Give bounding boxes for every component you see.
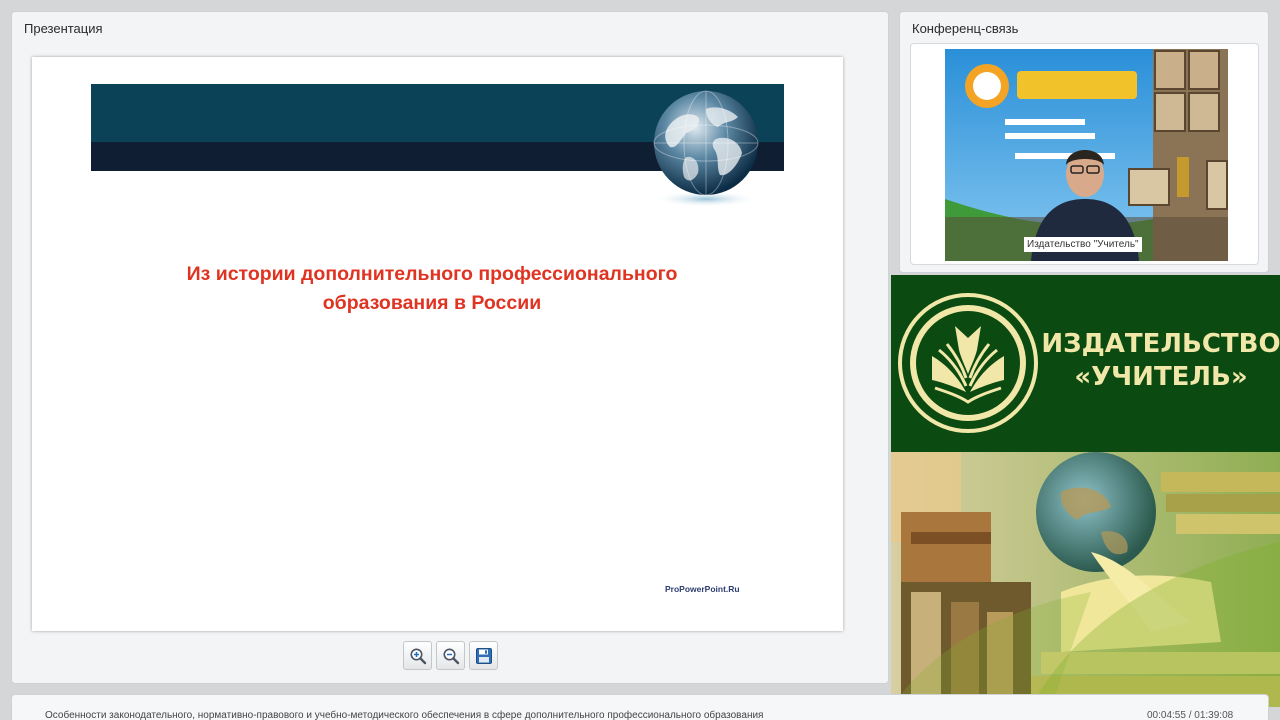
globe-icon (653, 90, 759, 207)
save-button[interactable] (469, 641, 498, 670)
presentation-panel: Презентация Из истории дополнительного п… (11, 11, 889, 684)
floppy-disk-icon (476, 648, 492, 664)
playback-time: 00:04:55 / 01:39:08 (1147, 710, 1234, 720)
video-feed[interactable]: Издательство "Учитель" (945, 49, 1228, 261)
books-photo (891, 452, 1280, 707)
presentation-panel-title: Презентация (24, 21, 103, 36)
video-scene (945, 49, 1228, 261)
conference-panel: Конференц-связь Издательство "Учитель" (899, 11, 1269, 273)
webinar-title: Особенности законодательного, нормативно… (45, 710, 764, 720)
slide-title: Из истории дополнительного профессиональ… (186, 263, 678, 314)
brand-banner: ИЗДАТЕЛЬСТВО «УЧИТЕЛЬ» (891, 275, 1280, 452)
zoom-out-button[interactable] (436, 641, 465, 670)
conference-panel-title: Конференц-связь (912, 21, 1019, 36)
zoom-out-icon (443, 648, 460, 665)
video-label: Издательство "Учитель" (1024, 237, 1142, 252)
brand-name: ИЗДАТЕЛЬСТВО «УЧИТЕЛЬ» (1041, 329, 1280, 392)
books-globe-image (891, 452, 1280, 707)
footer-bar: Особенности законодательного, нормативно… (11, 694, 1269, 720)
zoom-in-icon (410, 648, 427, 665)
zoom-in-button[interactable] (403, 641, 432, 670)
video-frame: Издательство "Учитель" (910, 43, 1259, 265)
slide-credit: ProPowerPoint.Ru (665, 584, 740, 594)
publisher-logo-icon (898, 293, 1038, 433)
slide: Из истории дополнительного профессиональ… (32, 57, 843, 631)
